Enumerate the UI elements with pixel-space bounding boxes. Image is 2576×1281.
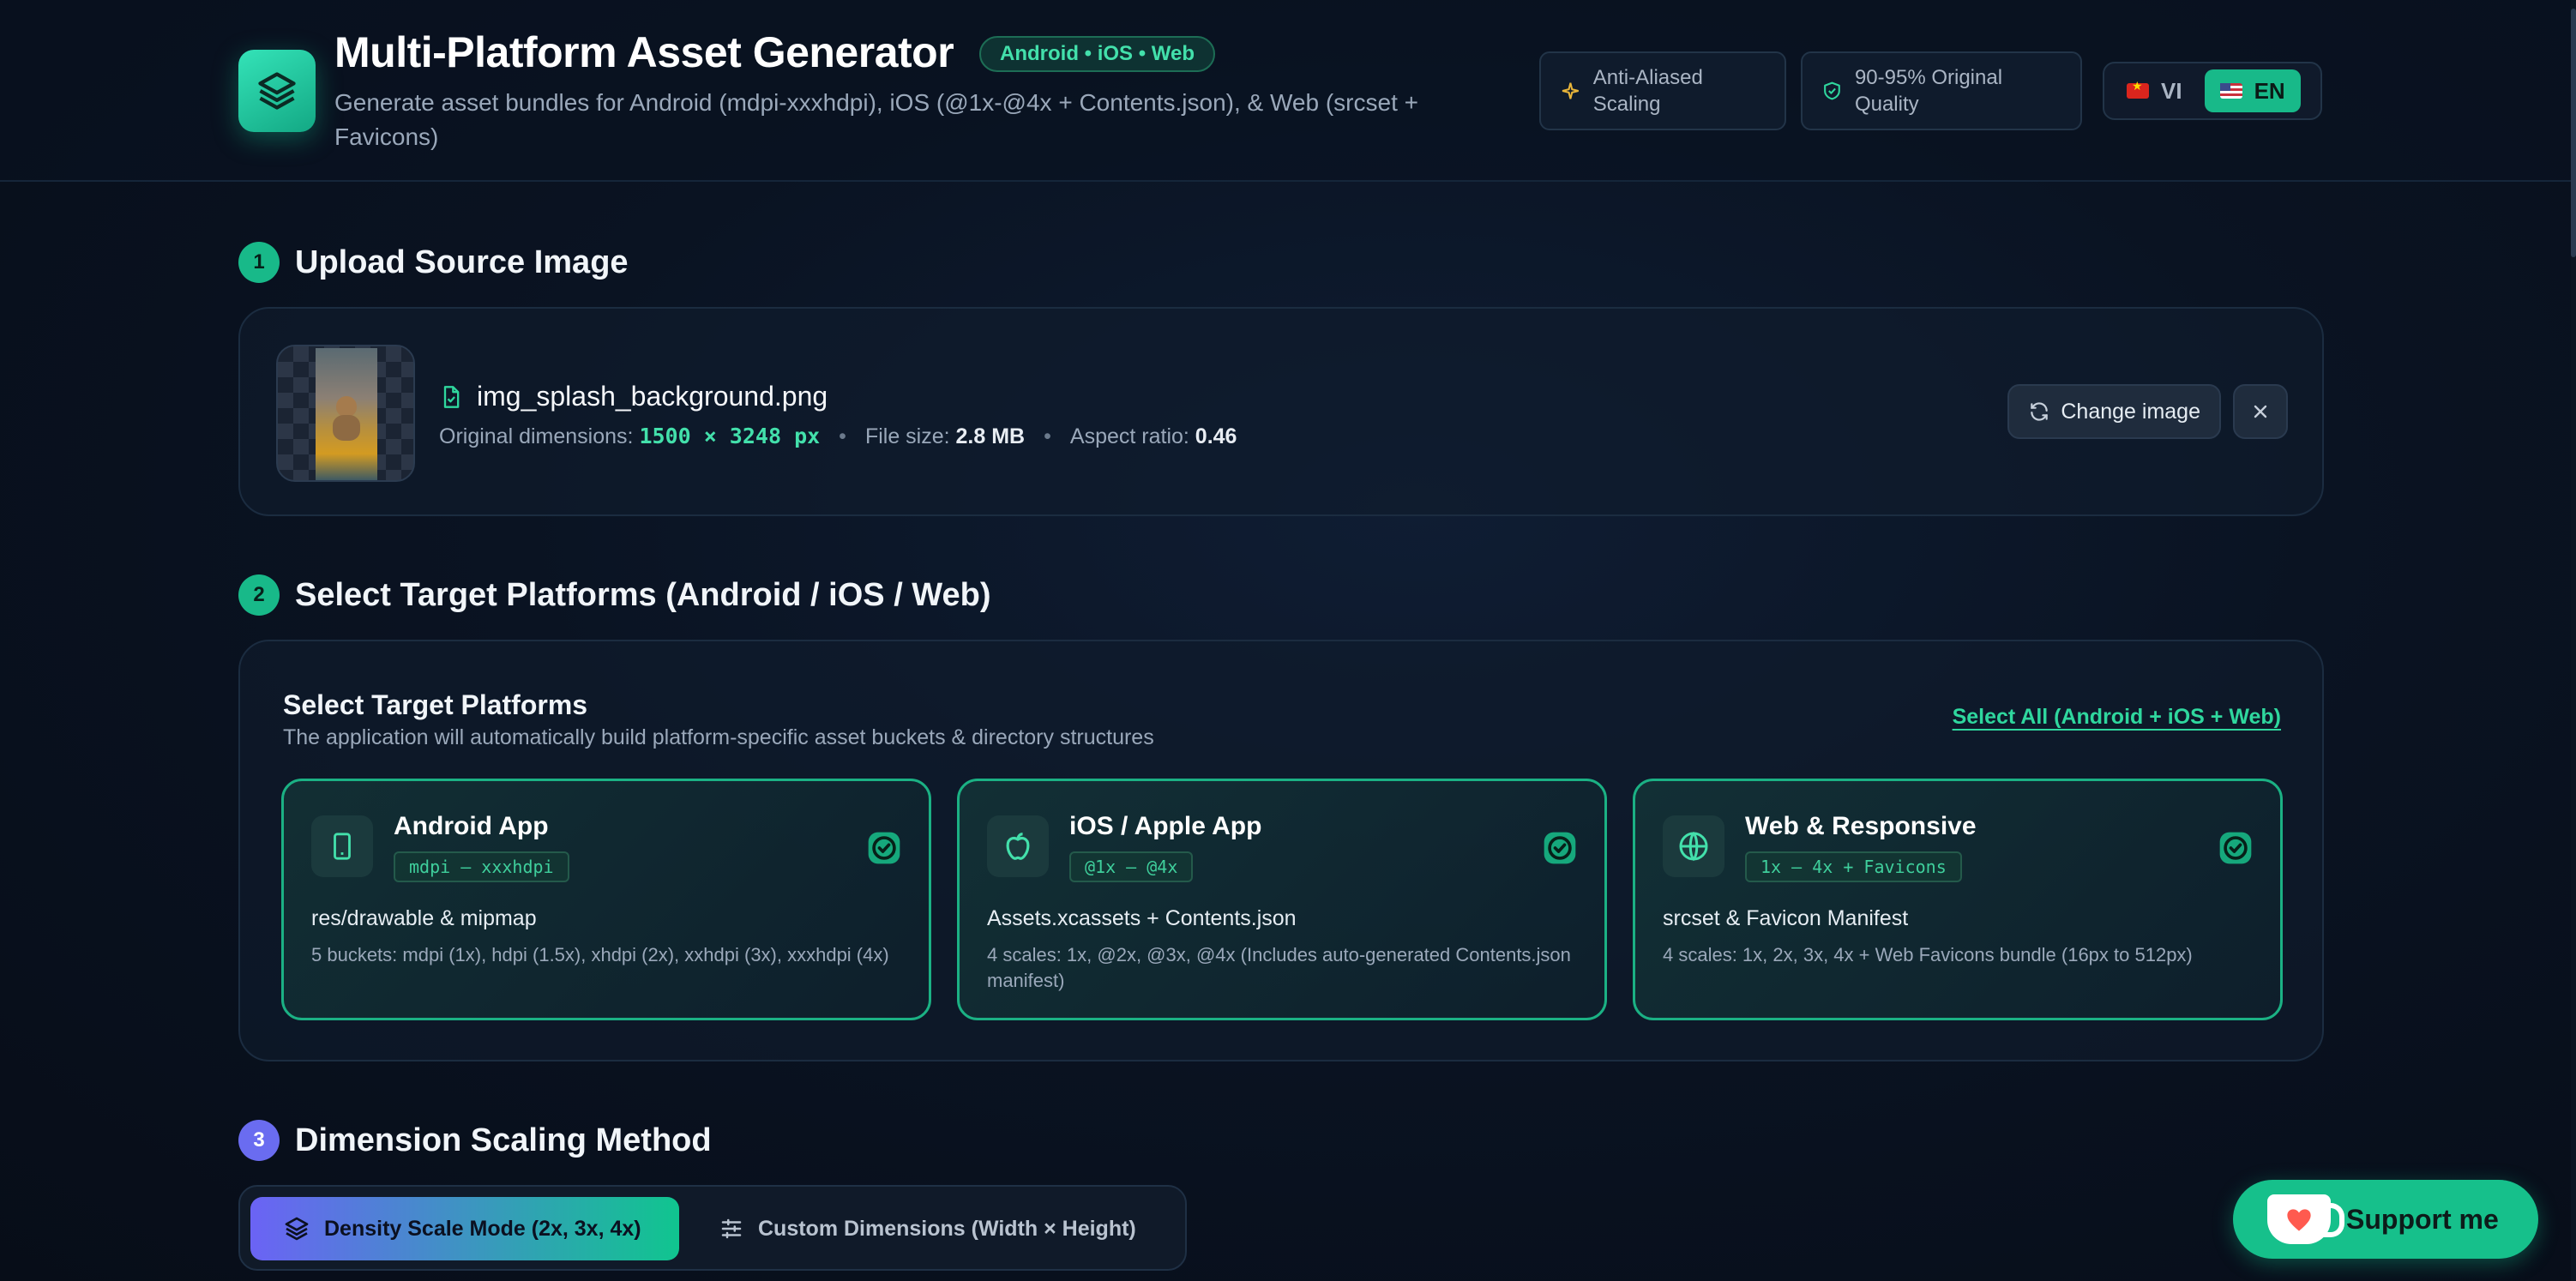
shield-check-icon bbox=[1824, 81, 1840, 100]
platform-option-ios[interactable]: iOS / Apple App @1x – @4x Assets.xcasset… bbox=[957, 779, 1607, 1020]
platform-tag: 1x – 4x + Favicons bbox=[1745, 851, 1962, 882]
check-circle-icon[interactable] bbox=[865, 829, 903, 867]
ko-fi-cup-icon bbox=[2267, 1194, 2344, 1244]
feature-pill-quality: 90-95% Original Quality bbox=[1801, 51, 2082, 130]
select-all-link[interactable]: Select All (Android + iOS + Web) bbox=[1953, 705, 2281, 730]
globe-icon bbox=[1679, 831, 1708, 862]
step-platforms-heading: 2 Select Target Platforms (Android / iOS… bbox=[238, 574, 991, 616]
platform-tag: @1x – @4x bbox=[1069, 851, 1194, 882]
language-option-en[interactable]: EN bbox=[2204, 69, 2301, 112]
layers-icon bbox=[258, 72, 296, 110]
feature-pill-anti-aliased: Anti-Aliased Scaling bbox=[1539, 51, 1786, 130]
step-upload-heading: 1 Upload Source Image bbox=[238, 242, 629, 283]
thumbnail-preview bbox=[316, 348, 377, 480]
step-title: Select Target Platforms (Android / iOS /… bbox=[295, 576, 991, 613]
change-image-label: Change image bbox=[2061, 399, 2200, 424]
feature-pill-label: Anti-Aliased Scaling bbox=[1592, 66, 1703, 116]
file-size-label: File size: bbox=[864, 424, 950, 448]
heart-icon bbox=[2287, 1209, 2311, 1231]
language-switcher: VI EN bbox=[2103, 62, 2322, 120]
scaling-mode-selector: Density Scale Mode (2x, 3x, 4x) Custom D… bbox=[238, 1185, 1187, 1271]
support-label: Support me bbox=[2346, 1203, 2499, 1235]
aspect-ratio-value: 0.46 bbox=[1195, 424, 1237, 448]
platform-description: 4 scales: 1x, @2x, @3x, @4x (Includes au… bbox=[987, 944, 1571, 991]
aspect-ratio-info: Aspect ratio: 0.46 bbox=[1070, 424, 1237, 449]
layers-icon bbox=[285, 1217, 309, 1241]
step-number: 2 bbox=[238, 574, 280, 616]
dimensions-info: Original dimensions: 1500 × 3248 px bbox=[439, 424, 820, 449]
upload-card: img_splash_background.png Original dimen… bbox=[238, 307, 2324, 516]
platform-description: 5 buckets: mdpi (1x), hdpi (1.5x), xhdpi… bbox=[311, 944, 889, 965]
sparkle-icon bbox=[1562, 82, 1579, 99]
platform-heading: Assets.xcassets + Contents.json bbox=[987, 906, 1297, 930]
close-icon bbox=[2254, 405, 2267, 418]
support-me-button[interactable]: Support me bbox=[2233, 1180, 2538, 1259]
dimensions-value: 1500 × 3248 px bbox=[639, 424, 821, 448]
remove-image-button[interactable] bbox=[2233, 384, 2288, 439]
platform-icon-box bbox=[311, 815, 373, 877]
platform-name: iOS / Apple App bbox=[1069, 812, 1262, 840]
platform-heading: res/drawable & mipmap bbox=[311, 906, 537, 930]
platform-option-web[interactable]: Web & Responsive 1x – 4x + Favicons srcs… bbox=[1633, 779, 2283, 1020]
step-number: 3 bbox=[238, 1120, 280, 1161]
platforms-title: Select Target Platforms bbox=[283, 689, 588, 720]
file-name-row: img_splash_background.png bbox=[439, 381, 828, 412]
dog-body bbox=[333, 415, 360, 441]
file-meta: Original dimensions: 1500 × 3248 px • Fi… bbox=[439, 424, 1237, 449]
file-check-icon bbox=[443, 385, 460, 408]
apple-icon bbox=[1006, 833, 1030, 860]
image-thumbnail[interactable] bbox=[276, 345, 415, 482]
aspect-ratio-label: Aspect ratio: bbox=[1069, 424, 1189, 448]
separator-dot: • bbox=[839, 424, 846, 448]
scrollbar-thumb[interactable] bbox=[2571, 9, 2576, 257]
platform-icon-box bbox=[987, 815, 1049, 877]
check-circle-icon[interactable] bbox=[1541, 829, 1579, 867]
density-scale-mode-button[interactable]: Density Scale Mode (2x, 3x, 4x) bbox=[250, 1197, 679, 1260]
platform-description: 4 scales: 1x, 2x, 3x, 4x + Web Favicons … bbox=[1663, 944, 2193, 965]
language-label: VI bbox=[2161, 77, 2182, 104]
separator-dot: • bbox=[1044, 424, 1051, 448]
step-title: Upload Source Image bbox=[295, 244, 629, 280]
platforms-subtitle: The application will automatically build… bbox=[283, 725, 1154, 749]
mode-label: Custom Dimensions (Width × Height) bbox=[758, 1216, 1136, 1241]
dimensions-label: Original dimensions: bbox=[439, 424, 634, 448]
platform-badge: Android • iOS • Web bbox=[979, 36, 1216, 72]
platform-icon-box bbox=[1663, 815, 1724, 877]
feature-pill-label: 90-95% Original Quality bbox=[1854, 66, 2003, 116]
platform-tag: mdpi – xxxhdpi bbox=[394, 851, 569, 882]
language-option-vi[interactable]: VI bbox=[2111, 69, 2198, 112]
file-name: img_splash_background.png bbox=[477, 381, 828, 412]
file-size-info: File size: 2.8 MB bbox=[865, 424, 1025, 449]
platform-option-android[interactable]: Android App mdpi – xxxhdpi res/drawable … bbox=[281, 779, 931, 1020]
smartphone-icon bbox=[334, 833, 351, 860]
custom-dimensions-mode-button[interactable]: Custom Dimensions (Width × Height) bbox=[701, 1197, 1153, 1260]
step-number: 1 bbox=[238, 242, 280, 283]
change-image-button[interactable]: Change image bbox=[2007, 384, 2221, 439]
app-title: Multi-Platform Asset Generator bbox=[334, 28, 954, 76]
language-label: EN bbox=[2254, 77, 2285, 104]
check-circle-icon[interactable] bbox=[2217, 829, 2254, 867]
file-size-value: 2.8 MB bbox=[955, 424, 1026, 448]
platform-name: Web & Responsive bbox=[1745, 812, 1977, 840]
mode-label: Density Scale Mode (2x, 3x, 4x) bbox=[324, 1216, 641, 1241]
platform-heading: srcset & Favicon Manifest bbox=[1663, 906, 1909, 930]
app-subtitle: Generate asset bundles for Android (mdpi… bbox=[334, 89, 1418, 150]
page-scrollbar[interactable] bbox=[2571, 0, 2576, 1281]
us-flag-icon bbox=[2219, 83, 2242, 99]
platform-name: Android App bbox=[394, 812, 549, 840]
platform-card: Select Target Platforms The application … bbox=[238, 640, 2324, 1061]
sliders-icon bbox=[721, 1218, 742, 1239]
app-logo bbox=[238, 50, 316, 132]
refresh-icon bbox=[2031, 402, 2049, 421]
dog-figure bbox=[336, 396, 357, 417]
step-scaling-heading: 3 Dimension Scaling Method bbox=[238, 1120, 712, 1161]
vn-flag-icon bbox=[2127, 79, 2149, 99]
step-title: Dimension Scaling Method bbox=[295, 1122, 712, 1158]
app-header: Multi-Platform Asset Generator Android •… bbox=[0, 0, 2571, 182]
